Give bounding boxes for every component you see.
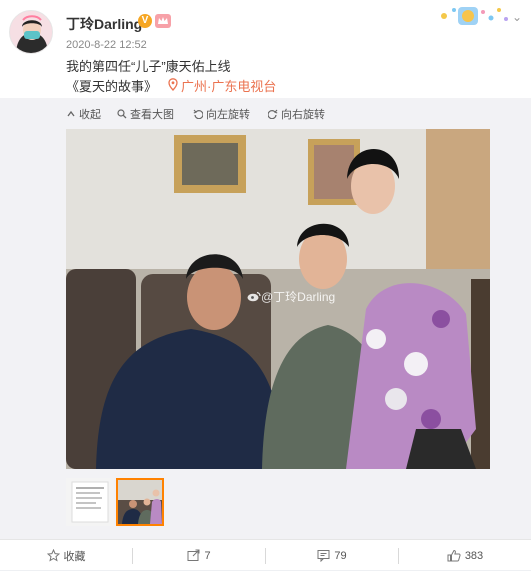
comment-count: 79	[334, 549, 347, 562]
photo-watermark: @丁玲Darling	[247, 288, 335, 305]
collapse-button[interactable]: 收起	[66, 106, 101, 122]
favorite-button[interactable]: 收藏	[0, 540, 132, 571]
watermark-text: @丁玲Darling	[261, 290, 336, 304]
verified-badge-icon: V	[138, 14, 152, 28]
rotate-right-label: 向右旋转	[281, 109, 325, 121]
group-photo-thumbnail-image	[118, 480, 162, 524]
username[interactable]: 丁玲Darling	[66, 14, 142, 34]
crown-icon	[155, 14, 171, 28]
rotate-left-icon	[193, 109, 203, 119]
view-large-label: 查看大图	[130, 109, 174, 121]
collapse-label: 收起	[79, 109, 101, 121]
image-toolbar: 收起 查看大图 向左旋转 向右旋转	[0, 98, 531, 128]
rotate-right-button[interactable]: 向右旋转	[268, 106, 325, 122]
repost-icon	[187, 549, 200, 561]
comment-icon	[317, 550, 330, 562]
weibo-card: 丁玲Darling V ⌄ 2020-8-22 12:52 我的第四任“儿子”康…	[0, 0, 531, 570]
comment-button[interactable]: 79	[266, 540, 398, 571]
thumbnail-group-photo[interactable]	[116, 478, 164, 526]
post-time[interactable]: 2020-8-22 12:52	[66, 39, 147, 51]
rotate-left-button[interactable]: 向左旋转	[193, 106, 250, 122]
magnifier-icon	[117, 109, 127, 119]
post-header: 丁玲Darling V ⌄ 2020-8-22 12:52 我的第四任“儿子”康…	[0, 0, 531, 98]
post-text: 我的第四任“儿子”康天佑上线	[66, 59, 231, 74]
repost-count: 7	[204, 549, 211, 562]
card-decoration-icon	[441, 7, 508, 25]
thumbnail-document[interactable]	[66, 478, 114, 526]
star-icon	[46, 549, 60, 562]
favorite-label: 收藏	[63, 550, 86, 563]
enlarged-photo[interactable]: @丁玲Darling	[66, 129, 490, 469]
avatar[interactable]	[9, 10, 53, 54]
rotate-left-label: 向左旋转	[206, 109, 250, 121]
collapse-icon	[67, 110, 75, 117]
location-pin-icon	[168, 78, 178, 91]
like-count: 383	[464, 549, 484, 562]
thumbs-up-icon	[447, 549, 461, 562]
topic-link[interactable]: 《夏天的故事》	[66, 76, 157, 95]
thumbnail-strip	[66, 478, 186, 528]
view-large-button[interactable]: 查看大图	[117, 106, 174, 122]
like-button[interactable]: 383	[399, 540, 531, 571]
location-link[interactable]: 广州·广东电视台	[181, 76, 276, 95]
weibo-logo-icon	[247, 291, 261, 302]
more-options-icon[interactable]: ⌄	[512, 10, 522, 24]
document-thumbnail-image	[66, 478, 114, 526]
media-panel: 收起 查看大图 向左旋转 向右旋转 @丁玲Darling	[0, 98, 531, 539]
repost-button[interactable]: 7	[133, 540, 265, 571]
action-bar: 收藏 7 79 383	[0, 539, 531, 570]
rotate-right-icon	[268, 109, 278, 119]
